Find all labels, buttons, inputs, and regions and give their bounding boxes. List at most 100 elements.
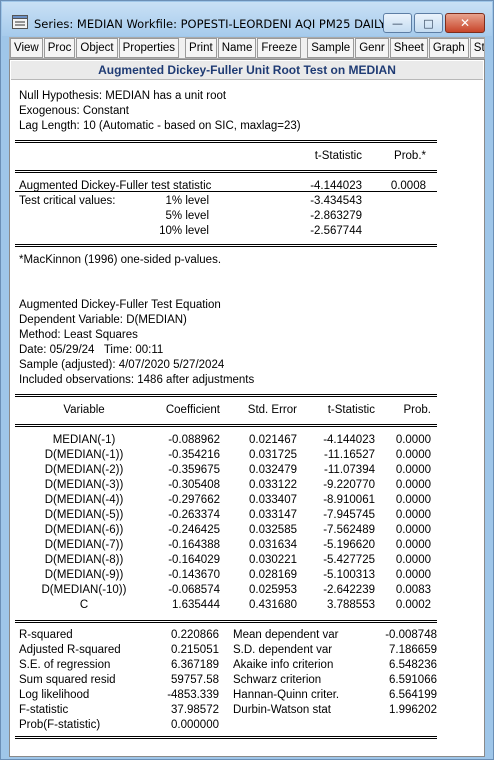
coef-variable: D(MEDIAN(-2)) [44,464,124,476]
coef-col-header: Std. Error [247,404,297,416]
coef-cell: 0.030221 [249,554,297,566]
freeze-button[interactable]: Freeze [257,38,302,58]
coef-variable: D(MEDIAN(-7)) [44,539,124,551]
date-time: Date: 05/29/24 Time: 00:11 [19,344,164,356]
coef-cell: 0.0000 [395,464,431,476]
coef-cell: 0.021467 [249,434,297,446]
maximize-button[interactable]: □ [414,13,443,33]
coef-col-header: Variable [63,404,105,416]
crit-value: -2.567744 [310,225,362,237]
crit-level: 5% level [165,210,209,222]
series-toolbar: View Proc Object Properties Print Name F… [9,37,485,59]
coef-cell: -5.100313 [323,569,375,581]
coef-cell: -0.164388 [168,539,220,551]
coef-variable: MEDIAN(-1) [52,434,116,446]
coef-variable: D(MEDIAN(-4)) [44,494,124,506]
coef-col-header: Coefficient [165,404,220,416]
name-button[interactable]: Name [217,38,257,58]
coef-cell: 0.0000 [395,449,431,461]
coef-cell: -11.07394 [324,464,375,476]
exogenous: Exogenous: Constant [19,105,129,117]
minimize-icon: — [392,16,403,30]
genr-button[interactable]: Genr [355,38,389,58]
coef-cell: 0.0000 [395,479,431,491]
coef-cell: -7.562489 [323,524,375,536]
view-button[interactable]: View [10,38,43,58]
coef-cell: 3.788553 [327,599,375,611]
output-panel[interactable]: Augmented Dickey-Fuller Unit Root Test o… [9,59,485,757]
coef-variable: D(MEDIAN(-8)) [44,554,124,566]
rule [15,424,437,427]
method: Method: Least Squares [19,329,138,341]
coef-cell: 0.0002 [395,599,431,611]
coef-cell: 0.033147 [249,509,297,521]
title-bar[interactable]: Series: MEDIAN Workfile: POPESTI-LEORDEN… [2,2,492,36]
coef-cell: -11.16527 [324,449,375,461]
proc-button[interactable]: Proc [43,38,76,58]
eviews-series-window: Series: MEDIAN Workfile: POPESTI-LEORDEN… [0,0,494,760]
stat-value: 0.215051 [171,644,219,656]
coef-variable: D(MEDIAN(-1)) [44,449,124,461]
equation-title: Augmented Dickey-Fuller Test Equation [19,299,221,311]
graph-button[interactable]: Graph [428,38,469,58]
col-header-tstat: t-Statistic [314,150,362,162]
stat-value: 6.564199 [389,689,437,701]
coef-cell: 0.028169 [249,569,297,581]
coef-cell: -0.143670 [168,569,220,581]
coef-cell: -8.910061 [323,494,375,506]
coef-variable: C [79,599,89,611]
stat-value: 7.186659 [389,644,437,656]
coef-cell: -4.144023 [323,434,375,446]
coef-cell: 0.0000 [395,524,431,536]
rule [15,244,437,247]
minimize-button[interactable]: — [383,13,412,33]
coef-variable: D(MEDIAN(-3)) [44,479,124,491]
coef-cell: -0.297662 [168,494,220,506]
null-hypothesis: Null Hypothesis: MEDIAN has a unit root [19,90,227,102]
object-button[interactable]: Object [76,38,118,58]
coef-cell: -0.088962 [168,434,220,446]
coef-cell: -0.246425 [168,524,220,536]
coef-cell: 0.031725 [249,449,297,461]
stat-value: -4853.339 [167,689,219,701]
stat-value: 59757.58 [171,674,219,686]
stat-value: 0.220866 [171,629,219,641]
coef-variable: D(MEDIAN(-9)) [44,569,124,581]
coef-cell: 0.033122 [249,479,297,491]
series-window-icon [12,15,28,29]
coef-cell: 0.0083 [395,584,431,596]
coef-cell: 0.0000 [395,494,431,506]
coef-cell: 0.0000 [395,509,431,521]
close-button[interactable]: ✕ [445,13,485,33]
dependent-variable: Dependent Variable: D(MEDIAN) [19,314,187,326]
rule [15,620,437,623]
stat-value: 0.000000 [171,719,219,731]
report-header: Augmented Dickey-Fuller Unit Root Test o… [11,61,483,80]
col-header-prob: Prob.* [394,150,426,162]
stats-button[interactable]: Stats [469,38,484,58]
stat-label: Prob(F-statistic) [19,719,101,731]
crit-label: Test critical values: [19,195,116,207]
coef-cell: 0.032479 [249,464,297,476]
properties-button[interactable]: Properties [118,38,180,58]
sheet-button[interactable]: Sheet [389,38,428,58]
coef-cell: -0.359675 [168,464,220,476]
rule [15,140,437,143]
coef-cell: 0.431680 [249,599,297,611]
coef-cell: -9.220770 [323,479,375,491]
sample-button[interactable]: Sample [307,38,355,58]
stat-label: Sum squared resid [19,674,116,686]
coef-col-header: t-Statistic [327,404,375,416]
crit-value: -2.863279 [310,210,362,222]
coef-cell: -0.068574 [168,584,220,596]
close-icon: ✕ [459,16,471,30]
lag-length: Lag Length: 10 (Automatic - based on SIC… [19,120,301,132]
coef-cell: -2.642239 [323,584,375,596]
observations: Included observations: 1486 after adjust… [19,374,255,386]
stat-label: Adjusted R-squared [19,644,121,656]
coef-col-header: Prob. [403,404,432,416]
coef-cell: 0.0000 [395,539,431,551]
coef-cell: 0.032585 [249,524,297,536]
print-button[interactable]: Print [185,38,217,58]
crit-value: -3.434543 [310,195,362,207]
